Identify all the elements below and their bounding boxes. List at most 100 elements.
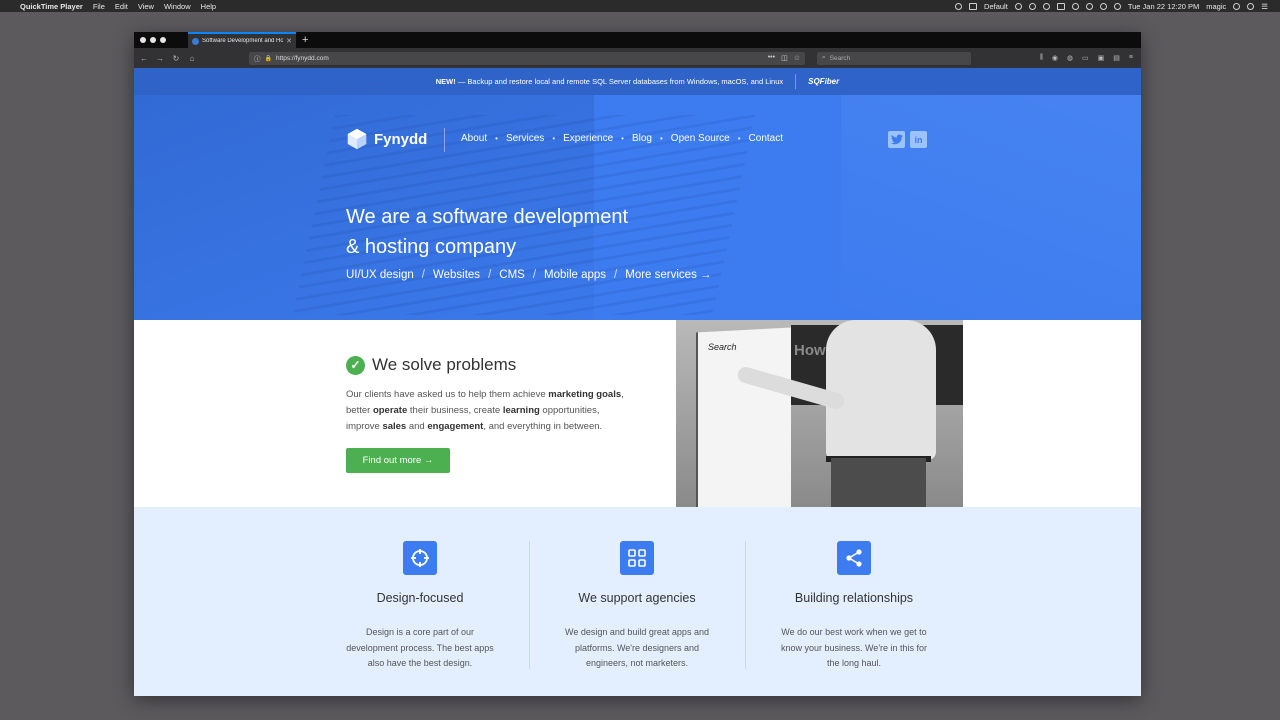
dropbox-icon[interactable] bbox=[1042, 2, 1050, 10]
nav-about[interactable]: About bbox=[461, 133, 487, 144]
tab-bar: Software Development and Ho... ✕ + bbox=[134, 32, 1141, 48]
menu-help[interactable]: Help bbox=[201, 2, 216, 11]
feature-title: We support agencies bbox=[578, 591, 696, 605]
nav-blog[interactable]: Blog bbox=[632, 133, 652, 144]
library-icon[interactable]: ⫼ bbox=[1040, 54, 1043, 62]
service-link-more[interactable]: More services → bbox=[625, 269, 711, 281]
nav-contact[interactable]: Contact bbox=[749, 133, 783, 144]
menu-file[interactable]: File bbox=[93, 2, 105, 11]
browser-window: Software Development and Ho... ✕ + ← → ↻… bbox=[134, 32, 1141, 696]
adobe-icon[interactable] bbox=[1056, 2, 1065, 10]
nav-separator-dot: • bbox=[659, 134, 663, 143]
time-machine-icon[interactable] bbox=[1071, 2, 1079, 10]
sqfiber-logo[interactable]: SQFiber bbox=[808, 77, 839, 86]
window-controls bbox=[134, 37, 188, 43]
tab-active[interactable]: Software Development and Ho... ✕ bbox=[188, 32, 296, 48]
user-name[interactable]: magic bbox=[1206, 2, 1226, 11]
search-bar[interactable]: ⌕ Search bbox=[817, 51, 971, 65]
url-bar[interactable]: ⓘ 🔒 https://fynydd.com ••• ◫ ☆ bbox=[249, 51, 805, 65]
crosshair-icon bbox=[403, 541, 437, 575]
emphasis: marketing goals bbox=[548, 389, 622, 400]
minimize-window-button[interactable] bbox=[150, 37, 156, 43]
url-text[interactable]: https://fynydd.com bbox=[276, 55, 764, 62]
addon-icon[interactable]: ▤ bbox=[1113, 54, 1120, 62]
menu-view[interactable]: View bbox=[138, 2, 154, 11]
notification-center-icon[interactable]: ☰ bbox=[1261, 2, 1268, 11]
feature-support-agencies: We support agencies We design and build … bbox=[552, 541, 722, 672]
new-tab-button[interactable]: + bbox=[296, 32, 308, 48]
siri-icon[interactable] bbox=[1247, 2, 1255, 10]
menu-edit[interactable]: Edit bbox=[115, 2, 128, 11]
text: , and everything in between. bbox=[483, 421, 603, 432]
text: , bbox=[621, 389, 624, 400]
menu-window[interactable]: Window bbox=[164, 2, 191, 11]
sync-icon[interactable] bbox=[1028, 2, 1036, 10]
photo-pants bbox=[831, 458, 926, 507]
web-page: NEW! — Backup and restore local and remo… bbox=[134, 68, 1141, 696]
volume-icon[interactable] bbox=[1113, 2, 1121, 10]
twitter-icon[interactable] bbox=[888, 131, 905, 148]
feature-title: Design-focused bbox=[376, 591, 464, 605]
wifi-icon[interactable] bbox=[1099, 2, 1107, 10]
service-link-cms[interactable]: CMS bbox=[499, 269, 525, 281]
site-logo[interactable]: Fynydd bbox=[346, 128, 427, 150]
tab-close-icon[interactable]: ✕ bbox=[286, 37, 292, 45]
zoom-window-button[interactable] bbox=[160, 37, 166, 43]
pdf-icon[interactable]: ▣ bbox=[1098, 54, 1105, 62]
nav-separator-dot: • bbox=[552, 134, 556, 143]
lock-icon[interactable]: 🔒 bbox=[265, 55, 272, 62]
find-out-more-button[interactable]: Find out more → bbox=[346, 448, 450, 473]
announcement-bar[interactable]: NEW! — Backup and restore local and remo… bbox=[134, 68, 1141, 95]
service-link-uiux[interactable]: UI/UX design bbox=[346, 269, 414, 281]
nav-experience[interactable]: Experience bbox=[563, 133, 613, 144]
emphasis: learning bbox=[502, 405, 540, 416]
back-icon[interactable]: ← bbox=[139, 54, 149, 63]
sidebar-icon[interactable]: ▭ bbox=[1082, 54, 1089, 62]
text: better bbox=[346, 405, 373, 416]
solve-problems-section: ✓ We solve problems Our clients have ask… bbox=[134, 320, 1141, 507]
social-links: in bbox=[888, 131, 927, 148]
forward-icon[interactable]: → bbox=[155, 54, 165, 63]
new-label: NEW! bbox=[435, 77, 456, 86]
pocket-icon[interactable]: ◫ bbox=[781, 54, 788, 62]
home-icon[interactable]: ⌂ bbox=[187, 54, 197, 63]
emphasis: operate bbox=[372, 405, 408, 416]
linkedin-icon[interactable]: in bbox=[910, 131, 927, 148]
favicon-icon bbox=[192, 37, 199, 45]
close-window-button[interactable] bbox=[140, 37, 146, 43]
nav-services[interactable]: Services bbox=[506, 133, 544, 144]
menu-app-name[interactable]: QuickTime Player bbox=[20, 2, 83, 11]
bookmark-star-icon[interactable]: ☆ bbox=[794, 54, 800, 62]
status-record-icon[interactable] bbox=[955, 2, 963, 10]
headline-line-2: & hosting company bbox=[346, 236, 517, 258]
announcement-text[interactable]: NEW! — Backup and restore local and remo… bbox=[436, 77, 783, 86]
nav-open-source[interactable]: Open Source bbox=[671, 133, 730, 144]
photo-person bbox=[826, 320, 936, 460]
feature-text: Design is a core part of our development… bbox=[346, 627, 494, 668]
shield-icon[interactable]: ◍ bbox=[1067, 54, 1073, 62]
reload-icon[interactable]: ↻ bbox=[171, 54, 181, 63]
clock-icon[interactable] bbox=[1014, 2, 1022, 10]
features-section: Design-focused Design is a core part of … bbox=[134, 507, 1141, 696]
service-link-websites[interactable]: Websites bbox=[433, 269, 480, 281]
bluetooth-icon[interactable] bbox=[1085, 2, 1093, 10]
photo-screen-text: How bbox=[794, 342, 826, 359]
text: improve bbox=[346, 421, 383, 432]
service-link-mobile[interactable]: Mobile apps bbox=[544, 269, 606, 281]
status-display-icon[interactable] bbox=[969, 2, 978, 10]
info-icon[interactable]: ⓘ bbox=[254, 53, 261, 63]
feature-divider bbox=[529, 541, 530, 669]
keyboard-layout[interactable]: Default bbox=[984, 2, 1008, 11]
solve-description: Our clients have asked us to help them a… bbox=[346, 387, 646, 435]
menu-icon[interactable]: ≡ bbox=[1129, 54, 1133, 62]
services-links: UI/UX design / Websites / CMS / Mobile a… bbox=[346, 269, 712, 281]
search-icon[interactable] bbox=[1233, 2, 1241, 10]
extension-icon[interactable]: ◉ bbox=[1052, 54, 1058, 62]
macos-menu-bar: QuickTime Player File Edit View Window H… bbox=[0, 0, 1280, 12]
clock-datetime[interactable]: Tue Jan 22 12:20 PM bbox=[1128, 2, 1199, 11]
page-actions-icon[interactable]: ••• bbox=[768, 54, 775, 62]
nav-separator-dot: • bbox=[621, 134, 624, 143]
feature-design-focused: Design-focused Design is a core part of … bbox=[335, 541, 505, 672]
main-nav: About • Services • Experience • Blog • O… bbox=[461, 133, 783, 144]
hero-highlight bbox=[841, 95, 1141, 320]
